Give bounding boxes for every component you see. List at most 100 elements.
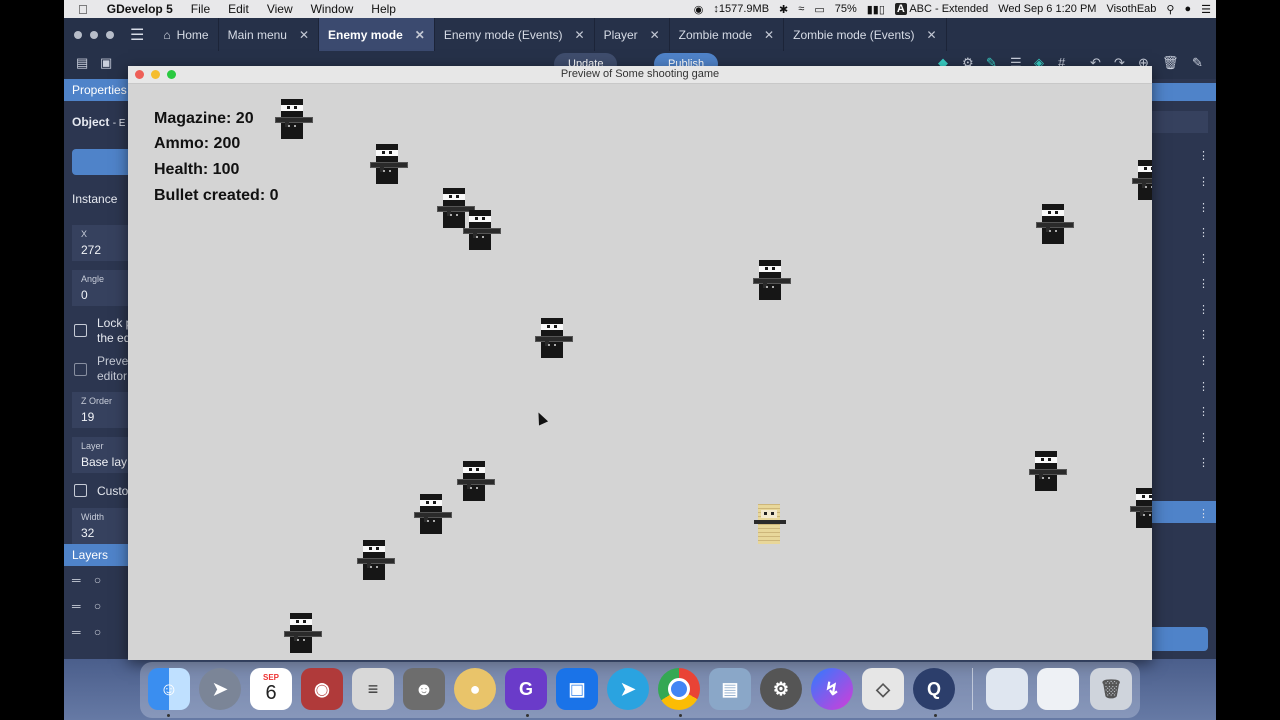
more-options-icon[interactable]: ⋮	[1198, 175, 1209, 188]
battery-icon[interactable]: ▮▮▯	[862, 3, 890, 16]
record-icon[interactable]: ◉	[689, 3, 709, 16]
close-window-icon[interactable]	[74, 30, 82, 39]
memory-status[interactable]: ↕1577.9MB	[708, 3, 774, 15]
menu-window[interactable]: Window	[302, 2, 363, 16]
drag-handle-icon[interactable]: ═	[72, 573, 81, 587]
visibility-icon[interactable]: ○	[94, 625, 101, 639]
layers-header: Layers	[64, 544, 128, 566]
calendar-icon[interactable]: SEP 6	[250, 668, 292, 710]
clock[interactable]: Wed Sep 6 1:20 PM	[993, 3, 1101, 15]
save-icon[interactable]: ▣	[100, 55, 112, 71]
layer-select[interactable]: Layer Base lay	[72, 437, 128, 473]
more-options-icon[interactable]: ⋮	[1198, 431, 1209, 444]
minimized-window-icon[interactable]	[986, 668, 1028, 710]
keyboard-input[interactable]: A ABC - Extended	[890, 3, 993, 15]
user-name[interactable]: VisothEab	[1101, 3, 1161, 15]
tab-main-menu[interactable]: Main menu ✕	[219, 18, 320, 51]
more-options-icon[interactable]: ⋮	[1198, 201, 1209, 214]
hamburger-menu-icon[interactable]: ☰	[124, 25, 154, 45]
delete-icon[interactable]: 🗑	[1162, 55, 1179, 71]
tab-zombie-mode[interactable]: Zombie mode ✕	[670, 18, 785, 51]
bricks-icon[interactable]: ▣	[556, 668, 598, 710]
custom-size-checkbox[interactable]	[74, 484, 87, 497]
minimized-window-icon[interactable]	[1037, 668, 1079, 710]
apple-icon[interactable]: 	[64, 2, 98, 17]
edit-scene-icon[interactable]: ✎	[1192, 55, 1203, 71]
paint-palette-icon[interactable]: ●	[454, 668, 496, 710]
x-field[interactable]: X 272	[72, 225, 128, 261]
instances-search-input[interactable]	[1152, 111, 1208, 133]
roblox-icon[interactable]: ◇	[862, 668, 904, 710]
close-tab-icon[interactable]: ✕	[299, 28, 309, 42]
layer-row[interactable]: ═ ○	[72, 625, 101, 639]
more-options-icon[interactable]: ⋮	[1198, 226, 1209, 239]
siri-icon[interactable]: ●	[1179, 3, 1196, 15]
close-tab-icon[interactable]: ✕	[764, 28, 774, 42]
close-tab-icon[interactable]: ✕	[415, 28, 425, 42]
zoom-preview-icon[interactable]	[167, 70, 176, 79]
drag-handle-icon[interactable]: ═	[72, 599, 81, 613]
visibility-icon[interactable]: ○	[94, 599, 101, 613]
more-options-icon[interactable]: ⋮	[1198, 405, 1209, 418]
menu-help[interactable]: Help	[362, 2, 405, 16]
more-options-icon[interactable]: ⋮	[1198, 354, 1209, 367]
tab-enemy-mode-events[interactable]: Enemy mode (Events) ✕	[435, 18, 595, 51]
spotlight-icon[interactable]: ⚲	[1161, 3, 1179, 16]
gdevelop-icon[interactable]: G	[505, 668, 547, 710]
add-layer-button[interactable]	[1152, 627, 1208, 651]
finder-icon[interactable]: ☺	[148, 668, 190, 710]
menu-bar:  GDevelop 5 File Edit View Window Help …	[64, 0, 1216, 18]
close-tab-icon[interactable]: ✕	[575, 28, 585, 42]
prevent-selection-checkbox[interactable]	[74, 363, 87, 376]
lock-checkbox[interactable]	[74, 324, 87, 337]
preview-app-icon[interactable]: ▤	[709, 668, 751, 710]
layer-row[interactable]: ═ ○	[72, 599, 101, 613]
gimp-icon[interactable]: ☻	[403, 668, 445, 710]
quicktime-icon[interactable]: Q	[913, 668, 955, 710]
visibility-icon[interactable]: ○	[94, 573, 101, 587]
close-tab-icon[interactable]: ✕	[927, 28, 937, 42]
close-tab-icon[interactable]: ✕	[650, 28, 660, 42]
width-field[interactable]: Width 32	[72, 508, 128, 544]
app-menu[interactable]: GDevelop 5	[98, 2, 182, 16]
more-options-icon[interactable]: ⋮	[1198, 252, 1209, 265]
more-options-icon[interactable]: ⋮	[1198, 277, 1209, 290]
control-center-icon[interactable]: ☰	[1196, 3, 1216, 16]
more-options-icon[interactable]: ⋮	[1198, 380, 1209, 393]
more-options-icon[interactable]: ⋮	[1198, 303, 1209, 316]
layer-row[interactable]: ═ ○	[72, 573, 101, 587]
launchpad-icon[interactable]: ➤	[199, 668, 241, 710]
tab-enemy-mode[interactable]: Enemy mode ✕	[319, 18, 435, 51]
close-preview-icon[interactable]	[135, 70, 144, 79]
tab-home[interactable]: ⌂ Home	[154, 18, 219, 51]
calculator-icon[interactable]: ≡	[352, 668, 394, 710]
z-order-field[interactable]: Z Order 19	[72, 392, 128, 428]
trash-icon[interactable]: 🗑	[1090, 668, 1132, 710]
messenger-icon[interactable]: ↯	[811, 668, 853, 710]
drag-handle-icon[interactable]: ═	[72, 625, 81, 639]
zoom-window-icon[interactable]	[106, 30, 114, 39]
airplay-icon[interactable]: ▭	[809, 3, 829, 16]
game-preview-window[interactable]: Preview of Some shooting game Magazine: …	[128, 66, 1152, 660]
wifi-icon[interactable]: ≈	[793, 3, 809, 15]
tab-player[interactable]: Player ✕	[595, 18, 670, 51]
menu-file[interactable]: File	[182, 2, 219, 16]
angle-field[interactable]: Angle 0	[72, 270, 128, 306]
photo-booth-icon[interactable]: ◉	[301, 668, 343, 710]
system-settings-icon[interactable]: ⚙	[760, 668, 802, 710]
bluetooth-icon[interactable]: ✱	[774, 3, 793, 16]
tab-zombie-mode-events[interactable]: Zombie mode (Events) ✕	[784, 18, 947, 51]
menu-edit[interactable]: Edit	[219, 2, 258, 16]
battery-percent[interactable]: 75%	[830, 3, 862, 15]
chrome-icon[interactable]	[658, 668, 700, 710]
menu-view[interactable]: View	[258, 2, 302, 16]
edit-object-button[interactable]	[72, 149, 128, 175]
objects-panel-icon[interactable]: ▤	[76, 55, 88, 71]
more-options-icon[interactable]: ⋮	[1198, 328, 1209, 341]
more-options-icon[interactable]: ⋮	[1198, 149, 1209, 162]
minimize-preview-icon[interactable]	[151, 70, 160, 79]
telegram-icon[interactable]: ➤	[607, 668, 649, 710]
minimize-window-icon[interactable]	[90, 30, 98, 39]
more-options-icon[interactable]: ⋮	[1198, 456, 1209, 469]
more-options-icon[interactable]: ⋮	[1198, 507, 1209, 520]
